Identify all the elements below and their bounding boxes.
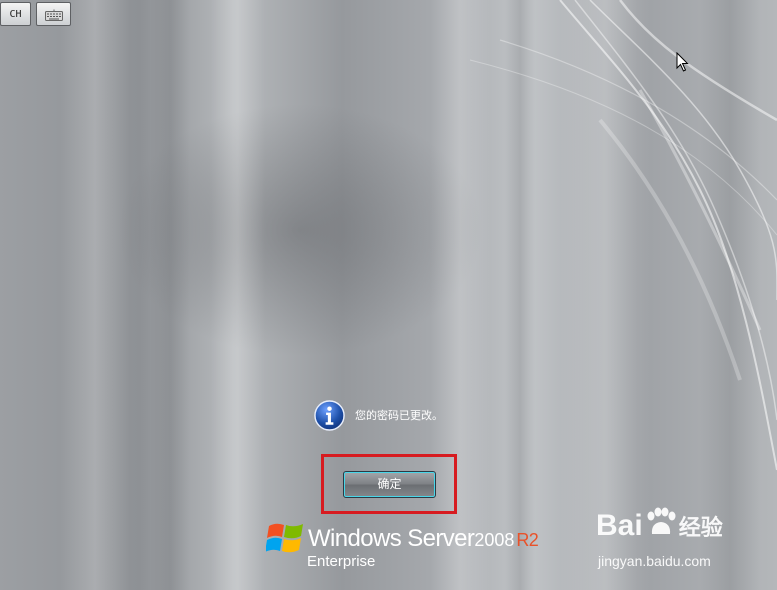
watermark-logo: Bai 经验 — [596, 507, 723, 543]
keyboard-icon — [45, 9, 63, 21]
paw-icon — [647, 507, 676, 534]
info-icon — [314, 399, 345, 431]
product-name-text: Windows Server — [308, 525, 475, 552]
status-message: 您的密码已更改。 — [314, 399, 443, 431]
product-version: 2008 — [474, 530, 515, 550]
mouse-cursor-icon — [676, 52, 689, 72]
watermark-logo-text: Bai — [596, 509, 643, 542]
watermark-logo-suffix: 经验 — [678, 515, 723, 540]
product-edition: Enterprise — [307, 553, 376, 570]
windows-server-branding: Windows Server2008 R2 Enterprise — [266, 518, 539, 574]
watermark-url: jingyan.baidu.com — [598, 553, 711, 569]
ok-button[interactable]: 确定 — [343, 471, 436, 498]
on-screen-keyboard-button[interactable] — [36, 2, 71, 26]
password-changed-message: 您的密码已更改。 — [355, 409, 443, 422]
input-language-button[interactable]: CH — [0, 2, 31, 26]
baidu-jingyan-watermark: Bai 经验 jingyan.baidu.com — [596, 507, 736, 575]
product-release-tag: R2 — [516, 530, 539, 550]
windows-flag-icon — [266, 523, 303, 553]
product-name: Windows Server2008 R2 — [308, 525, 539, 553]
